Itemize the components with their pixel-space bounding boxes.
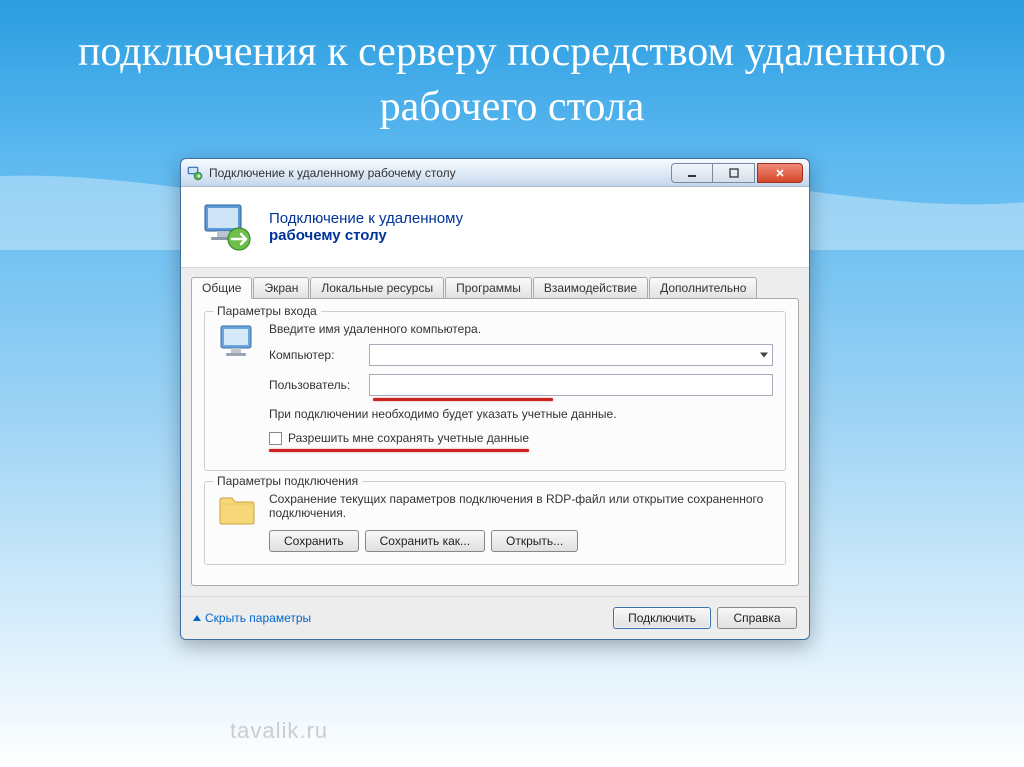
tab-experience[interactable]: Взаимодействие: [533, 277, 648, 299]
user-input[interactable]: [369, 374, 773, 396]
allow-save-checkbox[interactable]: [269, 432, 282, 445]
save-button[interactable]: Сохранить: [269, 530, 359, 552]
login-group: Параметры входа Введите имя удаленного к…: [204, 311, 786, 471]
rdc-banner-icon: [199, 201, 255, 253]
watermark: tavalik.ru: [230, 718, 328, 744]
save-as-button[interactable]: Сохранить как...: [365, 530, 485, 552]
credentials-note: При подключении необходимо будет указать…: [269, 407, 773, 421]
connection-description: Сохранение текущих параметров подключени…: [269, 492, 773, 520]
computer-icon: [217, 322, 261, 458]
titlebar[interactable]: Подключение к удаленному рабочему столу: [181, 159, 809, 187]
user-label: Пользователь:: [269, 378, 369, 392]
banner-line2: рабочему столу: [269, 227, 463, 244]
tab-screen[interactable]: Экран: [253, 277, 309, 299]
tab-local-resources[interactable]: Локальные ресурсы: [310, 277, 444, 299]
banner-line1: Подключение к удаленному: [269, 210, 463, 227]
computer-label: Компьютер:: [269, 348, 369, 362]
rdc-window: Подключение к удаленному рабочему столу: [180, 158, 810, 640]
login-instruction: Введите имя удаленного компьютера.: [269, 322, 773, 336]
banner: Подключение к удаленному рабочему столу: [181, 187, 809, 268]
connect-button[interactable]: Подключить: [613, 607, 711, 629]
minimize-button[interactable]: [671, 163, 713, 183]
maximize-button[interactable]: [713, 163, 755, 183]
folder-icon: [217, 492, 261, 533]
tab-general[interactable]: Общие: [191, 277, 252, 299]
tab-body-general: Параметры входа Введите имя удаленного к…: [191, 298, 799, 586]
connection-group-title: Параметры подключения: [213, 474, 362, 488]
computer-combo[interactable]: [369, 344, 773, 366]
hide-options-label: Скрыть параметры: [205, 611, 311, 625]
allow-save-label: Разрешить мне сохранять учетные данные: [288, 431, 529, 445]
hide-options-link[interactable]: Скрыть параметры: [193, 611, 311, 625]
highlight-underline-checkbox: [269, 449, 529, 452]
slide-title: подключения к серверу посредством удален…: [0, 0, 1024, 144]
help-button[interactable]: Справка: [717, 607, 797, 629]
window-title: Подключение к удаленному рабочему столу: [209, 166, 669, 180]
login-group-title: Параметры входа: [213, 304, 321, 318]
rdc-app-icon: [187, 165, 203, 181]
chevron-up-icon: [193, 615, 201, 621]
highlight-underline-user: [373, 398, 553, 401]
chevron-down-icon: [760, 353, 768, 358]
close-button[interactable]: [757, 163, 803, 183]
window-footer: Скрыть параметры Подключить Справка: [181, 596, 809, 639]
connection-group: Параметры подключения Сохранение текущих…: [204, 481, 786, 565]
open-button[interactable]: Открыть...: [491, 530, 578, 552]
tab-programs[interactable]: Программы: [445, 277, 532, 299]
tab-strip: Общие Экран Локальные ресурсы Программы …: [191, 277, 799, 299]
tab-advanced[interactable]: Дополнительно: [649, 277, 757, 299]
